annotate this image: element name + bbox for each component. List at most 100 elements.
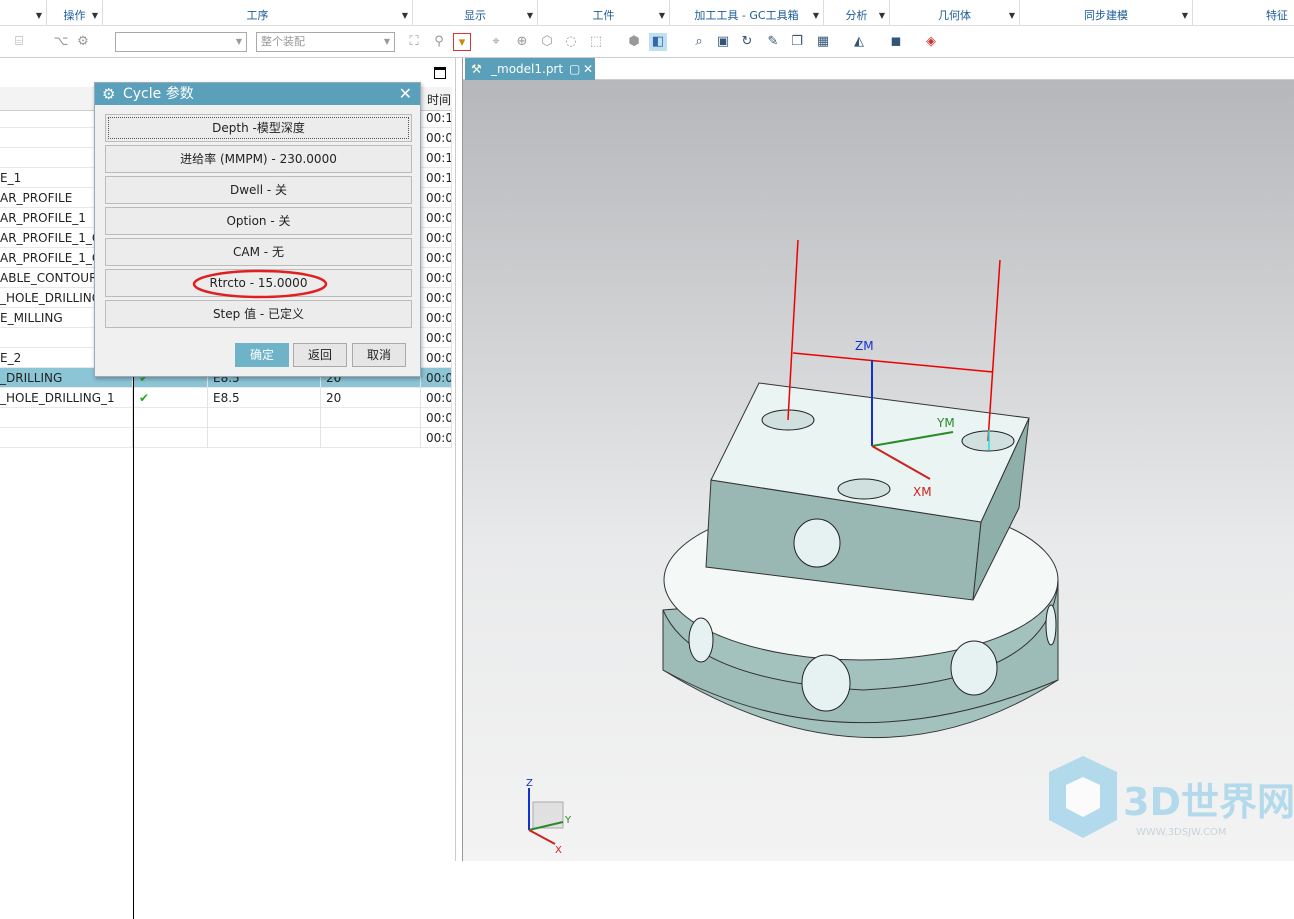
- modified-icon: ▢: [569, 62, 581, 76]
- tool-name: [208, 408, 321, 428]
- time: 00:1: [421, 108, 452, 128]
- layers-icon[interactable]: ❐: [788, 33, 806, 51]
- table-row[interactable]: 00:0: [0, 428, 452, 448]
- tab-label: _model1.prt: [491, 62, 564, 76]
- group-label: 显示: [464, 9, 486, 22]
- ym-label: YM: [936, 416, 955, 430]
- cycle-param-button[interactable]: CAM - 无: [105, 238, 412, 266]
- combo-value: 整个装配: [261, 35, 305, 48]
- refresh-icon[interactable]: ↻: [738, 33, 756, 51]
- tree-branch-icon[interactable]: ⌥: [52, 33, 70, 51]
- tab-model1[interactable]: ⚒ _model1.prt ▢ ✕: [465, 58, 595, 80]
- tab-bar: ⚒ _model1.prt ▢ ✕: [463, 58, 1294, 80]
- group-label: 操作: [63, 9, 86, 22]
- maximize-icon[interactable]: [434, 67, 446, 79]
- filter-combo[interactable]: ▼: [115, 32, 247, 52]
- time: 00:0: [421, 248, 452, 268]
- time: 00:0: [421, 408, 452, 428]
- cycle-param-button[interactable]: Dwell - 关: [105, 176, 412, 204]
- group-label: 工序: [246, 9, 269, 22]
- tab-close-icon[interactable]: ✕: [583, 58, 593, 80]
- table-row[interactable]: 00:0: [0, 408, 452, 428]
- cycle-param-button[interactable]: Step 值 - 已定义: [105, 300, 412, 328]
- circle-select-icon[interactable]: ◌: [562, 33, 580, 51]
- triad-z-label: Z: [526, 778, 533, 789]
- ribbon-group-bar: ▼ 操作 ▼ 工序 ▼ 显示 ▼ 工件 ▼ 加工工具 - GC工具箱 ▼ 分析 ▼ 几何体 ▼…: [0, 0, 1294, 26]
- fit-view-icon[interactable]: ⌕: [690, 33, 708, 51]
- ribbon-group-hidden[interactable]: ▼: [0, 0, 47, 26]
- time: 00:0: [421, 268, 452, 288]
- group-label: 特征: [1266, 9, 1288, 22]
- time: 00:0: [421, 348, 452, 368]
- time: 00:0: [421, 308, 452, 328]
- cycle-parameters-dialog: ⚙ Cycle 参数 ✕ Depth -模型深度 进给率 (MMPM) - 230…: [94, 82, 421, 377]
- time: 00:1: [421, 168, 452, 188]
- tool-name: E8.5: [208, 388, 321, 408]
- toolbar: ⌸ ⌥ ⚙ ▼ 整个装配 ▼ ⛶ ⚲ ▾ ⌖ ⊕ ⬡ ◌ ⬚ ⬢ ◧ ⌕ ▣ ↻ …: [0, 26, 1294, 58]
- pen-icon[interactable]: ✎: [764, 33, 782, 51]
- ribbon-group-features[interactable]: 特征: [1193, 0, 1294, 26]
- box-select-icon[interactable]: ⬚: [587, 33, 605, 51]
- ribbon-group-analysis[interactable]: 分析 ▼: [824, 0, 890, 26]
- snap-icon[interactable]: ⌖: [487, 33, 505, 51]
- ribbon-group-geometry[interactable]: 几何体 ▼: [890, 0, 1020, 26]
- ribbon-group-gc-toolbox[interactable]: 加工工具 - GC工具箱 ▼: [670, 0, 824, 26]
- tool-number: 20: [321, 388, 421, 408]
- cancel-button[interactable]: 取消: [352, 343, 406, 367]
- tool-tree-icon[interactable]: ⚙: [74, 33, 92, 51]
- cycle-param-button[interactable]: Option - 关: [105, 207, 412, 235]
- tree-icon[interactable]: ⌸: [10, 33, 28, 51]
- time: 00:0: [421, 208, 452, 228]
- grid-icon[interactable]: ▦: [814, 33, 832, 51]
- ribbon-group-sync-modeling[interactable]: 同步建模 ▼: [1020, 0, 1193, 26]
- group-label: 工件: [592, 9, 615, 22]
- point-icon[interactable]: ⊕: [513, 33, 531, 51]
- cycle-param-button[interactable]: 进给率 (MMPM) - 230.0000: [105, 145, 412, 173]
- gear-icon: ⚙: [102, 85, 116, 103]
- tool-number: [321, 428, 421, 448]
- dialog-title: Cycle 参数: [123, 86, 194, 102]
- dialog-title-bar: ⚙ Cycle 参数 ✕: [95, 83, 420, 105]
- status-check: [133, 428, 208, 448]
- cube-icon[interactable]: ◼: [887, 33, 905, 51]
- tool-name: [208, 428, 321, 448]
- column-header-time[interactable]: 时间: [427, 91, 451, 108]
- table-row[interactable]: _HOLE_DRILLING_1 ✔ E8.5 20 00:0: [0, 388, 452, 408]
- solid-icon[interactable]: ⬢: [625, 33, 643, 51]
- filter-icon[interactable]: ⚲: [430, 33, 448, 51]
- cycle-param-button[interactable]: Depth -模型深度: [105, 114, 412, 142]
- 3d-view[interactable]: ZM YM XM Z Y X 3D世界网 WWW.3DSJW.COM: [463, 80, 1294, 861]
- group-label: 同步建模: [1084, 9, 1128, 22]
- rectangular-block: [705, 382, 1030, 601]
- hexagon-icon[interactable]: ⬡: [538, 33, 556, 51]
- ribbon-group-workpiece[interactable]: 工件 ▼: [538, 0, 670, 26]
- select-icon[interactable]: ⛶: [405, 33, 423, 51]
- watermark-logo: 3D世界网 WWW.3DSJW.COM: [1049, 756, 1294, 838]
- operation-name: [0, 428, 133, 448]
- triad-x-label: X: [555, 845, 562, 856]
- type-filter-icon[interactable]: ▾: [453, 33, 471, 51]
- watermark-brand: 3D世界网: [1123, 780, 1294, 824]
- time: 00:0: [421, 288, 452, 308]
- assembly-scope-combo[interactable]: 整个装配 ▼: [256, 32, 395, 52]
- zm-label: ZM: [855, 339, 874, 353]
- close-icon[interactable]: ✕: [399, 83, 412, 105]
- ok-button[interactable]: 确定: [235, 343, 289, 367]
- part-model: ZM YM XM Z Y X 3D世界网 WWW.3DSJW.COM: [526, 239, 1294, 856]
- graphics-window: ⚒ _model1.prt ▢ ✕ ZM YM XM Z Y X 3D世界网 W…: [462, 58, 1294, 861]
- analysis-icon[interactable]: ◈: [922, 33, 940, 51]
- ribbon-group-procedure[interactable]: 工序 ▼: [103, 0, 413, 26]
- operation-name: [0, 408, 133, 428]
- shaded-view-icon[interactable]: ◧: [649, 33, 667, 51]
- image-icon[interactable]: ▣: [714, 33, 732, 51]
- time: 00:0: [421, 428, 452, 448]
- view-triad-icon: Z Y X: [526, 778, 572, 856]
- ribbon-group-operations[interactable]: 操作 ▼: [47, 0, 103, 26]
- back-button[interactable]: 返回: [293, 343, 347, 367]
- rendering-icon[interactable]: ◭: [850, 33, 868, 51]
- column-divider[interactable]: [133, 368, 134, 919]
- triad-y-label: Y: [564, 815, 572, 826]
- time: 00:0: [421, 188, 452, 208]
- group-label: 加工工具 - GC工具箱: [694, 9, 799, 22]
- ribbon-group-display[interactable]: 显示 ▼: [413, 0, 538, 26]
